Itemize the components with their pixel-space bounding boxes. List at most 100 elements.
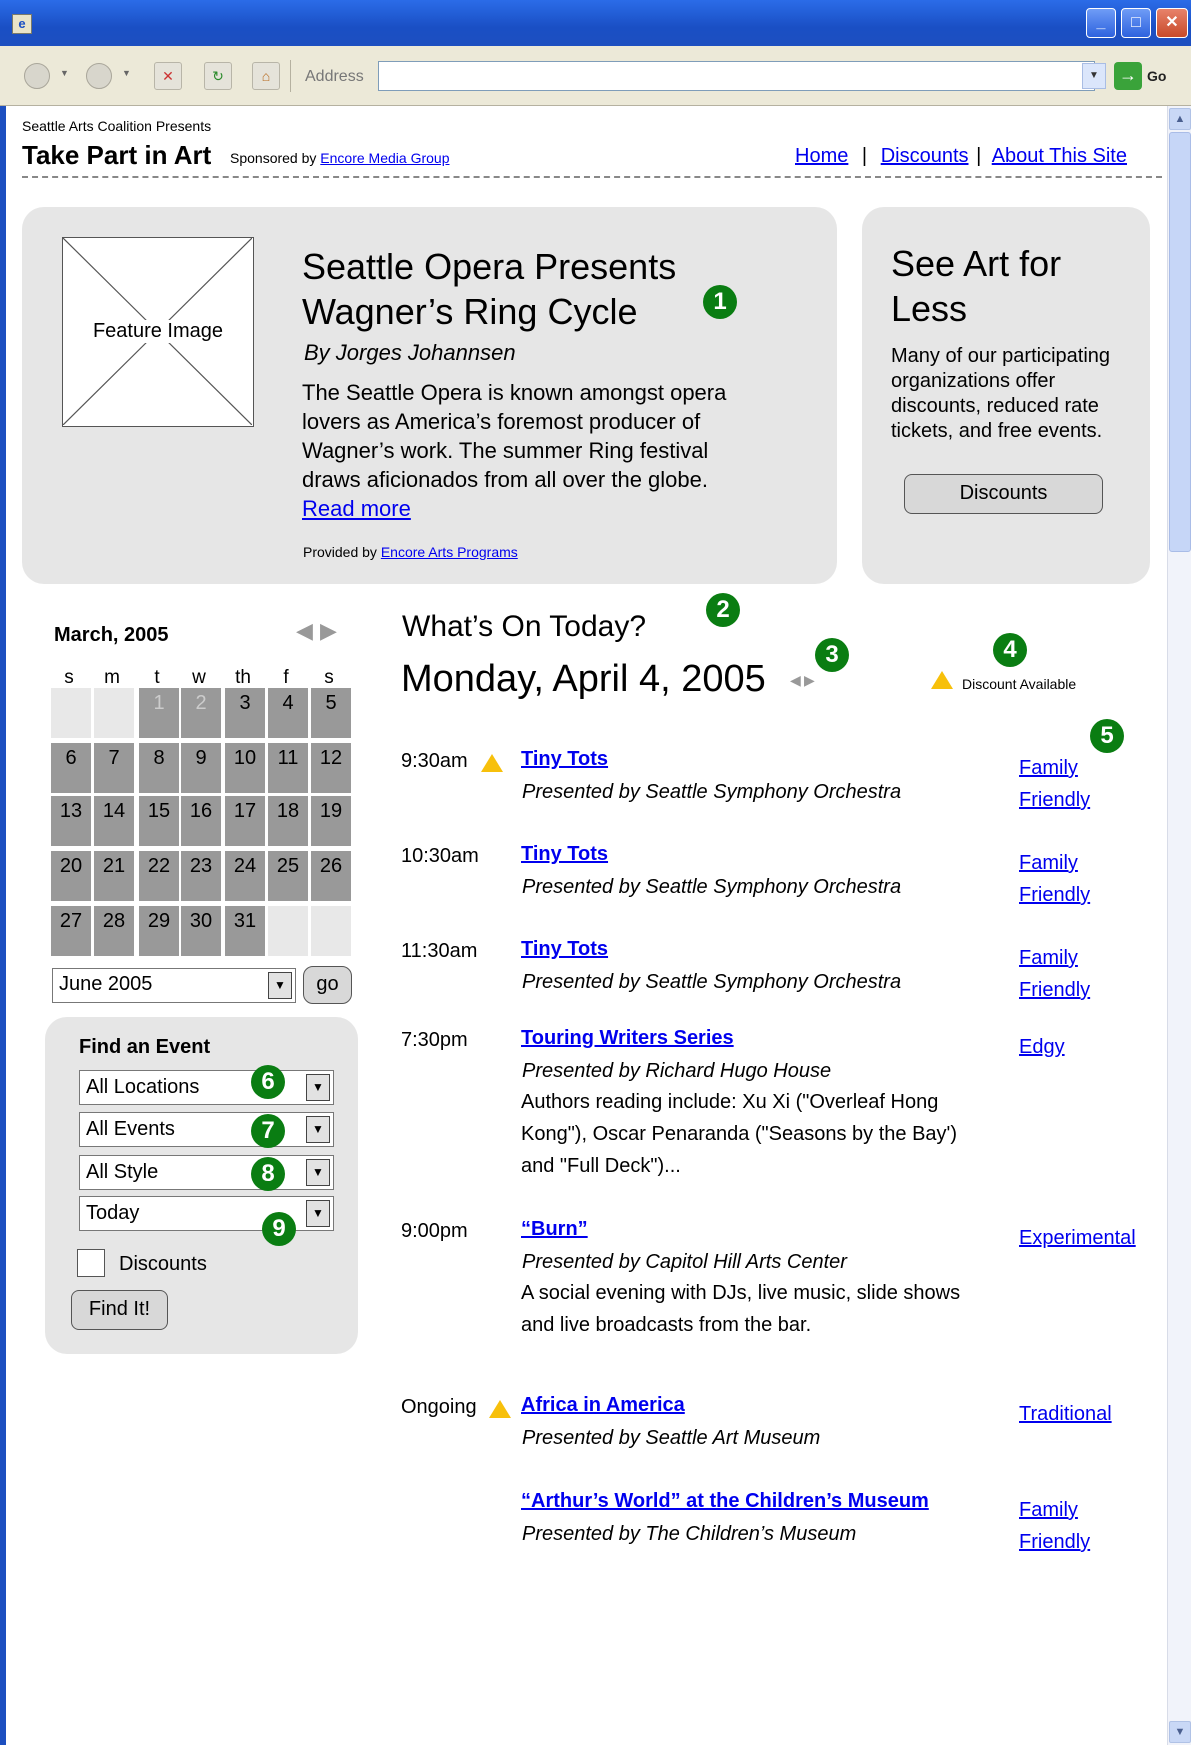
- forward-icon[interactable]: [86, 63, 112, 89]
- month-select[interactable]: June 2005 ▼: [52, 968, 296, 1003]
- close-window-button[interactable]: ✕: [1156, 8, 1188, 38]
- nav-about[interactable]: About This Site: [992, 145, 1127, 167]
- calendar-day[interactable]: 30: [181, 906, 221, 956]
- annotation-badge: 8: [251, 1157, 285, 1191]
- calendar-day[interactable]: 6: [51, 743, 91, 793]
- refresh-icon[interactable]: ↻: [204, 62, 232, 90]
- event-category-link[interactable]: Family: [1019, 752, 1139, 784]
- calendar-day[interactable]: 16: [181, 796, 221, 846]
- calendar-day[interactable]: 3: [225, 688, 265, 738]
- event-title-link[interactable]: Touring Writers Series: [521, 1027, 734, 1050]
- discount-title: See Art for Less: [891, 241, 1061, 331]
- date-next-icon[interactable]: ▶: [804, 672, 815, 689]
- go-button[interactable]: Go: [1147, 68, 1166, 84]
- event-category-link[interactable]: Friendly: [1019, 879, 1139, 911]
- chevron-down-icon[interactable]: ▼: [306, 1074, 330, 1101]
- calendar-day[interactable]: 24: [225, 851, 265, 901]
- chevron-down-icon[interactable]: ▼: [306, 1159, 330, 1186]
- calendar-day[interactable]: 11: [268, 743, 308, 793]
- discounts-button[interactable]: Discounts: [904, 474, 1103, 514]
- calendar-day[interactable]: 26: [311, 851, 351, 901]
- back-dropdown-icon[interactable]: ▼: [60, 68, 69, 78]
- forward-dropdown-icon[interactable]: ▼: [122, 68, 131, 78]
- event-category-link[interactable]: Traditional: [1019, 1398, 1139, 1430]
- event-title-link[interactable]: “Burn”: [521, 1218, 588, 1241]
- today-heading: What’s On Today?: [402, 610, 647, 643]
- calendar-day[interactable]: 5: [311, 688, 351, 738]
- calendar-day[interactable]: 13: [51, 796, 91, 846]
- chevron-down-icon[interactable]: ▼: [306, 1116, 330, 1143]
- event-title-link[interactable]: “Arthur’s World” at the Children’s Museu…: [521, 1490, 929, 1513]
- calendar-day[interactable]: 7: [94, 743, 134, 793]
- event-description-line: Kong"), Oscar Penaranda ("Seasons by the…: [521, 1123, 958, 1145]
- calendar-day[interactable]: 21: [94, 851, 134, 901]
- vertical-scrollbar[interactable]: ▲ ▼: [1167, 106, 1191, 1745]
- calendar-day[interactable]: 9: [181, 743, 221, 793]
- event-title-link[interactable]: Tiny Tots: [521, 748, 608, 771]
- calendar-day[interactable]: 2: [181, 688, 221, 738]
- calendar-next-icon[interactable]: ▶: [320, 618, 337, 644]
- scroll-thumb[interactable]: [1169, 132, 1191, 552]
- scroll-up-icon[interactable]: ▲: [1169, 108, 1191, 130]
- provided-link[interactable]: Encore Arts Programs: [381, 544, 518, 560]
- discounts-checkbox[interactable]: [77, 1249, 105, 1277]
- annotation-badge: 4: [993, 633, 1027, 667]
- chevron-down-icon[interactable]: ▼: [306, 1200, 330, 1227]
- calendar-day[interactable]: 23: [181, 851, 221, 901]
- calendar-day[interactable]: 14: [94, 796, 134, 846]
- event-type-select[interactable]: All Events ▼: [79, 1112, 334, 1147]
- home-icon[interactable]: ⌂: [252, 62, 280, 90]
- back-icon[interactable]: [24, 63, 50, 89]
- event-category-link[interactable]: Friendly: [1019, 1526, 1139, 1558]
- weekday-label: s: [324, 667, 334, 688]
- event-category-link[interactable]: Family: [1019, 1494, 1139, 1526]
- calendar-day[interactable]: 10: [225, 743, 265, 793]
- calendar-day[interactable]: 19: [311, 796, 351, 846]
- calendar-day[interactable]: 8: [139, 743, 179, 793]
- read-more-link[interactable]: Read more: [302, 494, 726, 523]
- nav-discounts[interactable]: Discounts: [881, 145, 969, 167]
- event-title-link[interactable]: Tiny Tots: [521, 938, 608, 961]
- calendar-day[interactable]: 27: [51, 906, 91, 956]
- calendar-day[interactable]: 25: [268, 851, 308, 901]
- calendar-go-button[interactable]: go: [303, 966, 352, 1004]
- stop-icon[interactable]: ✕: [154, 62, 182, 90]
- calendar-day[interactable]: 22: [139, 851, 179, 901]
- feature-image[interactable]: Feature Image: [62, 237, 254, 427]
- calendar-empty-cell: [311, 906, 351, 956]
- calendar-day[interactable]: 28: [94, 906, 134, 956]
- nav-home[interactable]: Home: [795, 145, 848, 167]
- sponsor-link[interactable]: Encore Media Group: [320, 150, 449, 166]
- event-title-link[interactable]: Tiny Tots: [521, 843, 608, 866]
- address-dropdown-icon[interactable]: ▼: [1082, 63, 1106, 89]
- style-select[interactable]: All Style ▼: [79, 1155, 334, 1190]
- maximize-button[interactable]: □: [1121, 8, 1151, 38]
- event-category-link[interactable]: Experimental: [1019, 1222, 1139, 1254]
- event-category-link[interactable]: Family: [1019, 847, 1139, 879]
- go-arrow-icon[interactable]: →: [1114, 62, 1142, 90]
- calendar-empty-cell: [268, 906, 308, 956]
- feature-body-line: Wagner’s work. The summer Ring festival: [302, 438, 709, 463]
- event-category-link[interactable]: Edgy: [1019, 1031, 1139, 1063]
- calendar-day[interactable]: 4: [268, 688, 308, 738]
- chevron-down-icon[interactable]: ▼: [268, 972, 292, 999]
- find-it-button[interactable]: Find It!: [71, 1290, 168, 1330]
- event-category-link[interactable]: Friendly: [1019, 974, 1139, 1006]
- calendar-day[interactable]: 1: [139, 688, 179, 738]
- event-category-link[interactable]: Family: [1019, 942, 1139, 974]
- event-category-link[interactable]: Friendly: [1019, 784, 1139, 816]
- calendar-day[interactable]: 31: [225, 906, 265, 956]
- calendar-day[interactable]: 17: [225, 796, 265, 846]
- calendar-prev-icon[interactable]: ◀: [296, 618, 313, 644]
- calendar-day[interactable]: 20: [51, 851, 91, 901]
- calendar-day[interactable]: 12: [311, 743, 351, 793]
- event-title-link[interactable]: Africa in America: [521, 1394, 685, 1417]
- calendar-day[interactable]: 29: [139, 906, 179, 956]
- address-input[interactable]: [378, 61, 1095, 91]
- date-prev-icon[interactable]: ◀: [790, 672, 801, 689]
- calendar-day[interactable]: 15: [139, 796, 179, 846]
- minimize-button[interactable]: _: [1086, 8, 1116, 38]
- location-select[interactable]: All Locations ▼: [79, 1070, 334, 1105]
- scroll-down-icon[interactable]: ▼: [1169, 1721, 1191, 1743]
- calendar-day[interactable]: 18: [268, 796, 308, 846]
